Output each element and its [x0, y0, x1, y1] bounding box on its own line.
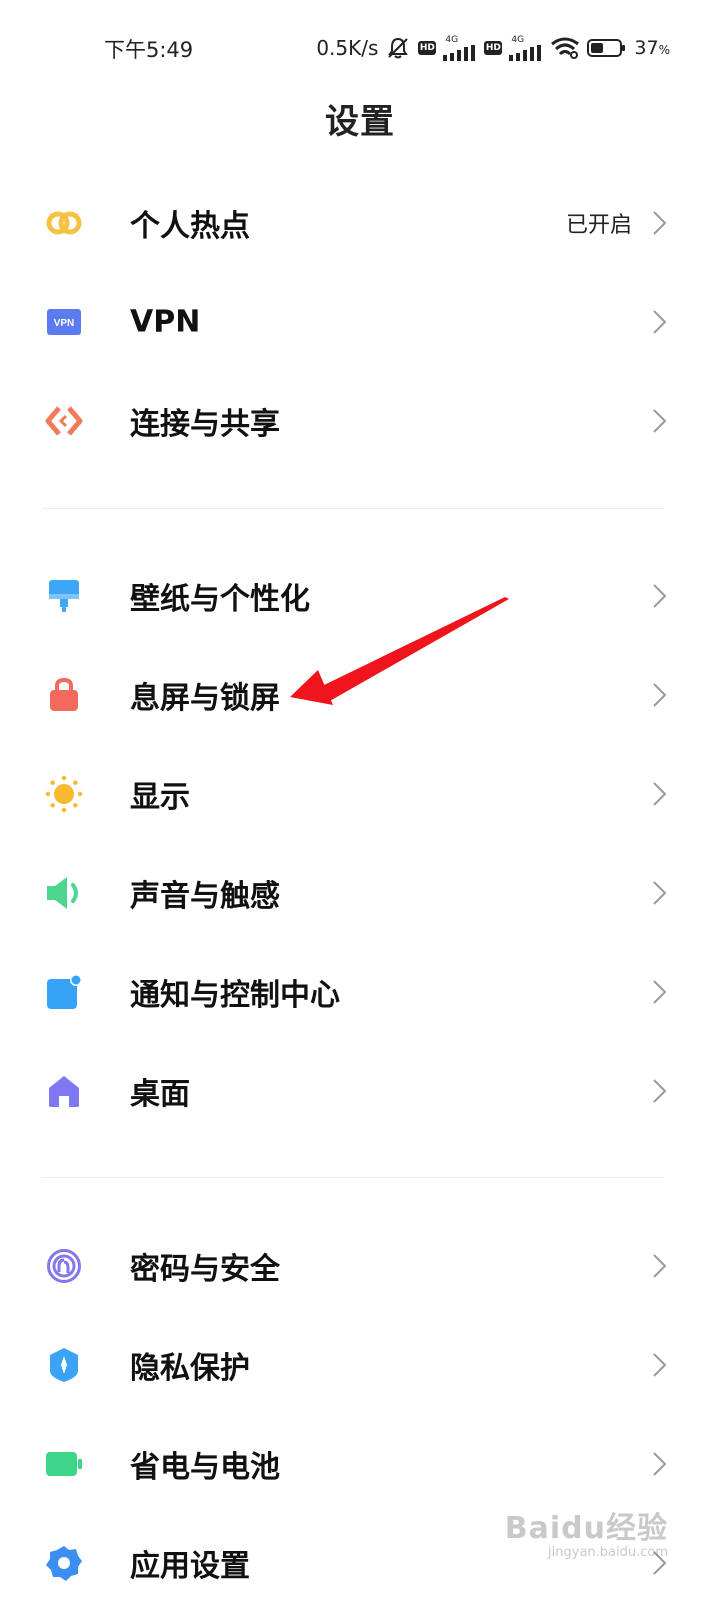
signal-1: 4G	[443, 34, 477, 61]
settings-item-label: VPN	[130, 304, 201, 339]
settings-item-label: 密码与安全	[130, 1251, 280, 1287]
settings-item-label: 通知与控制中心	[130, 977, 340, 1013]
connection-icon	[44, 401, 84, 441]
hotspot-icon	[44, 203, 84, 243]
settings-item-lockscreen[interactable]: 息屏与锁屏	[0, 645, 720, 744]
status-icons: 0.5K/s HD 4G HD 4G 37%	[316, 30, 670, 66]
hotspot-status-value: 已开启	[565, 212, 632, 238]
chevron-right-icon	[653, 781, 667, 806]
hd-badge-1: HD	[418, 41, 437, 55]
settings-item-battery[interactable]: 省电与电池	[0, 1414, 720, 1513]
chevron-right-icon	[653, 1078, 667, 1103]
signal-2: 4G	[509, 34, 543, 61]
settings-item-vpn[interactable]: VPN VPN	[0, 272, 720, 371]
hd-badge-2: HD	[484, 41, 503, 55]
watermark-brand: Baidu经验	[504, 1511, 668, 1546]
settings-item-label: 显示	[130, 779, 190, 815]
battery-percent-unit: %	[658, 43, 670, 57]
wallpaper-icon	[44, 576, 84, 616]
chevron-right-icon	[653, 880, 667, 905]
network-speed: 0.5K/s	[316, 36, 379, 60]
mute-bell-icon	[388, 37, 409, 59]
settings-item-label: 桌面	[130, 1076, 190, 1112]
chevron-right-icon	[653, 1451, 667, 1476]
chevron-right-icon	[653, 682, 667, 707]
lock-icon	[44, 675, 84, 715]
settings-item-label: 息屏与锁屏	[130, 680, 280, 716]
status-bar: 下午5:49 0.5K/s HD 4G HD 4G 37%	[0, 0, 720, 96]
chevron-right-icon	[653, 210, 667, 235]
section-divider	[42, 1177, 664, 1178]
status-time: 下午5:49	[104, 38, 194, 62]
chevron-right-icon	[653, 309, 667, 334]
notification-icon	[44, 972, 84, 1012]
section-divider	[42, 508, 664, 509]
svg-text:VPN: VPN	[54, 318, 75, 329]
settings-item-privacy[interactable]: 隐私保护	[0, 1315, 720, 1414]
settings-item-label: 省电与电池	[130, 1449, 280, 1485]
settings-item-notification[interactable]: 通知与控制中心	[0, 942, 720, 1041]
settings-item-label: 壁纸与个性化	[130, 581, 310, 617]
gear-icon	[44, 1543, 84, 1583]
watermark-url: jingyan.baidu.com	[548, 1545, 668, 1560]
settings-item-label: 隐私保护	[130, 1350, 250, 1386]
speaker-icon	[44, 873, 84, 913]
privacy-shield-icon	[44, 1345, 84, 1385]
signal-bars-icon	[509, 44, 542, 61]
settings-item-label: 声音与触感	[130, 878, 280, 914]
battery-percent-value: 37	[634, 37, 659, 59]
settings-item-label: 连接与共享	[130, 406, 280, 442]
wifi-icon	[551, 37, 580, 59]
chevron-right-icon	[653, 1352, 667, 1377]
settings-item-label: 应用设置	[130, 1548, 250, 1584]
signal-1-type: 4G	[445, 34, 459, 45]
fingerprint-icon	[44, 1246, 84, 1286]
settings-item-sound[interactable]: 声音与触感	[0, 843, 720, 942]
battery-percent: 37%	[634, 37, 670, 59]
chevron-right-icon	[653, 408, 667, 433]
settings-item-wallpaper[interactable]: 壁纸与个性化	[0, 546, 720, 645]
home-icon	[44, 1071, 84, 1111]
settings-item-label: 个人热点	[130, 208, 250, 244]
watermark: Baidu经验 jingyan.baidu.com	[505, 1503, 668, 1560]
settings-item-password[interactable]: 密码与安全	[0, 1216, 720, 1315]
vpn-icon: VPN	[44, 302, 84, 342]
settings-item-connection[interactable]: 连接与共享	[0, 371, 720, 470]
chevron-right-icon	[653, 583, 667, 608]
settings-item-display[interactable]: 显示	[0, 744, 720, 843]
battery-status-icon	[587, 39, 626, 57]
signal-2-type: 4G	[511, 34, 525, 45]
battery-icon	[44, 1444, 84, 1484]
chevron-right-icon	[653, 979, 667, 1004]
page-title: 设置	[325, 102, 395, 142]
chevron-right-icon	[653, 1253, 667, 1278]
sun-icon	[44, 774, 84, 814]
signal-bars-icon	[443, 44, 476, 61]
settings-item-desktop[interactable]: 桌面	[0, 1041, 720, 1140]
settings-item-hotspot[interactable]: 个人热点 已开启	[0, 173, 720, 272]
